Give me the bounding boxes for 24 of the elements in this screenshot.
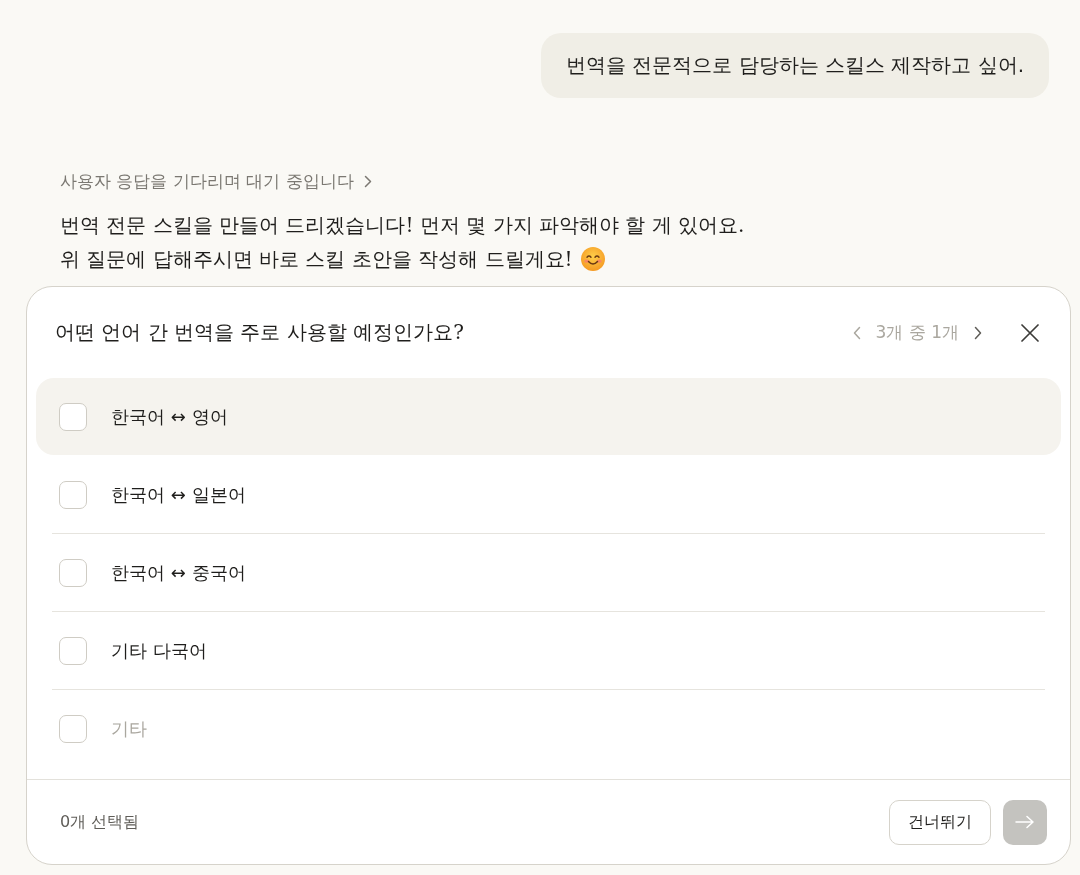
assistant-message-text: 번역 전문 스킬을 만들어 드리겠습니다! 먼저 몇 가지 파악해야 할 게 있어요.	[60, 212, 745, 239]
question-title: 어떤 언어 간 번역을 주로 사용할 예정인가요?	[55, 319, 464, 346]
option-row[interactable]: 한국어 ↔ 일본어	[36, 456, 1061, 533]
waiting-status-toggle[interactable]: 사용자 응답을 기다리며 대기 중입니다	[60, 171, 372, 191]
chevron-right-icon[interactable]	[973, 325, 983, 340]
arrow-right-icon	[1015, 815, 1035, 829]
option-row[interactable]: 한국어 ↔ 중국어	[36, 534, 1061, 611]
option-row[interactable]: 한국어 ↔ 영어	[36, 378, 1061, 455]
checkbox[interactable]	[59, 402, 87, 431]
checkbox[interactable]	[59, 714, 87, 743]
smiling-face-icon	[580, 247, 605, 271]
checkbox[interactable]	[59, 558, 87, 587]
checkbox[interactable]	[59, 636, 87, 665]
checkbox[interactable]	[59, 480, 87, 509]
other-answer-field[interactable]: 기타	[111, 714, 1041, 743]
skip-button[interactable]: 건너뛰기	[889, 799, 991, 845]
question-page-counter: 3개 중 1개	[875, 321, 959, 344]
user-message-bubble: 번역을 전문적으로 담당하는 스킬스 제작하고 싶어.	[540, 33, 1049, 98]
option-row[interactable]: 기타	[36, 690, 1061, 767]
chevron-left-icon[interactable]	[851, 325, 862, 340]
selection-count: 0개 선택됨	[60, 811, 140, 833]
option-row[interactable]: 기타 다국어	[36, 612, 1061, 689]
close-icon[interactable]	[1021, 323, 1039, 342]
assistant-message-text: 위 질문에 답해주시면 바로 스킬 초안을 작성해 드릴게요!	[60, 246, 573, 273]
